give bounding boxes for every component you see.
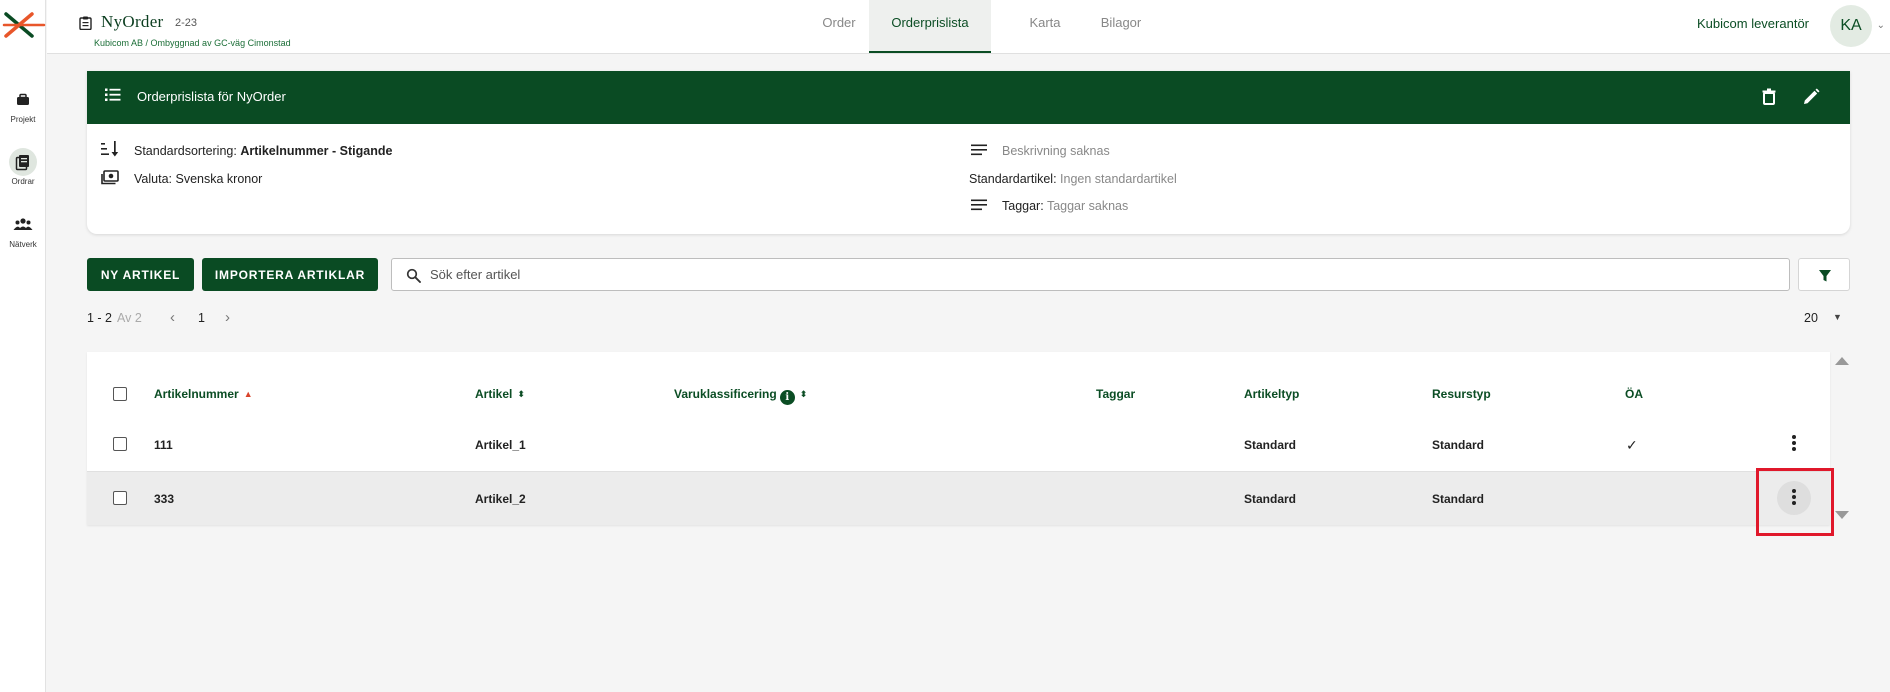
pagination-range: 1 - 2 [87,311,113,325]
cell-artikeltyp: Standard [1244,492,1297,506]
new-article-button[interactable]: NY ARTIKEL [87,258,194,291]
column-header-resurstyp: Resurstyp [1432,387,1491,401]
articles-table: Artikelnummer ▲ Artikel ⬍ Varuklassificeri… [87,352,1830,525]
user-name[interactable]: Kubicom leverantör [1697,16,1809,31]
rail-item-projekt[interactable]: Projekt [0,86,46,124]
column-header-artikel[interactable]: Artikel ⬍ [475,387,525,401]
rail-item-natverk[interactable]: Nätverk [0,211,46,249]
pricelist-info-card: Orderprislista för NyOrder Standardsorte… [87,71,1850,234]
cell-artikel: Artikel_1 [475,438,526,452]
column-header-taggar: Taggar [1096,387,1136,401]
default-sort: Standardsortering: Artikelnummer - Stiga… [134,144,393,158]
currency-icon [101,170,119,185]
tab-karta[interactable]: Karta [1007,0,1083,53]
sort-asc-icon: ▲ [243,389,253,399]
description-icon [971,144,987,156]
list-icon [105,88,121,101]
currency-value: Svenska kronor [175,172,263,186]
cell-resurstyp: Standard [1432,438,1485,452]
filter-button[interactable] [1798,258,1850,291]
app-logo[interactable] [0,12,46,38]
column-header-oa: ÖA [1625,387,1643,401]
cell-resurstyp: Standard [1432,492,1485,506]
description: Beskrivning saknas [1002,144,1110,158]
standard-article-value: Ingen standardartikel [1060,172,1177,186]
page-title: NyOrder [101,12,164,31]
table-row[interactable]: 333 Artikel_2 Standard Standard [87,472,1830,525]
sort-icon: ⬍ [517,389,525,399]
rail-item-label: Nätverk [9,240,37,249]
per-page-select[interactable]: 20 [1804,311,1818,325]
sort-icon: ⬍ [799,389,808,399]
column-header-varuklassificering[interactable]: Varuklassificering i ⬍ [674,387,807,405]
avatar[interactable]: KA [1830,5,1872,47]
side-rail: Projekt Ordrar Nätverk [0,0,46,692]
caret-down-icon[interactable]: ▼ [1833,312,1842,322]
chevron-down-icon[interactable]: ⌄ [1877,20,1885,31]
order-number: 2-23 [175,17,198,29]
trash-icon[interactable] [1757,85,1781,109]
sort-icon [101,141,119,157]
cell-artikelnummer: 333 [154,492,175,506]
tab-order[interactable]: Order [803,0,875,53]
rail-item-label: Ordrar [11,177,35,186]
top-bar: NyOrder 2-23 Kubicom AB / Ombyggnad av G… [47,0,1890,54]
row-menu-button[interactable] [1777,427,1811,461]
row-checkbox[interactable] [113,491,127,505]
tags: Taggar: Taggar saknas [1002,199,1129,213]
annotation-highlight-box [1756,468,1834,536]
scroll-up-arrow[interactable] [1835,357,1849,365]
scroll-down-arrow[interactable] [1835,511,1849,519]
column-header-artikelnummer[interactable]: Artikelnummer ▲ [154,387,253,401]
check-icon: ✓ [1626,437,1638,453]
standard-article: Standardartikel: Ingen standardartikel [969,172,1177,186]
article-search[interactable] [391,258,1790,291]
default-sort-value: Artikelnummer - Stigande [240,144,393,158]
pricelist-header: Orderprislista för NyOrder [87,71,1850,124]
currency: Valuta: Svenska kronor [134,172,263,186]
pricelist-title: Orderprislista för NyOrder [137,89,286,104]
chevron-right-icon[interactable]: › [225,309,230,326]
tab-bilagor[interactable]: Bilagor [1081,0,1161,53]
pagination-current-page[interactable]: 1 [198,311,205,325]
tags-value: Taggar saknas [1046,199,1129,213]
search-input[interactable] [430,259,1770,290]
search-icon [406,268,421,283]
rail-item-label: Projekt [10,115,36,124]
cell-artikeltyp: Standard [1244,438,1297,452]
table-row[interactable]: 111 Artikel_1 Standard Standard ✓ [87,418,1830,471]
tab-orderprislista[interactable]: Orderprislista [869,0,991,53]
orders-icon [9,148,37,176]
row-checkbox[interactable] [113,437,127,451]
chevron-left-icon[interactable]: ‹ [170,309,175,326]
briefcase-icon [9,86,37,114]
info-icon[interactable]: i [779,390,795,405]
filter-icon [1819,270,1831,282]
cell-artikel: Artikel_2 [475,492,526,506]
tags-icon [971,199,987,211]
breadcrumb[interactable]: Kubicom AB / Ombyggnad av GC-väg Cimonst… [94,38,291,48]
rail-item-ordrar[interactable]: Ordrar [0,148,46,186]
import-articles-button[interactable]: IMPORTERA ARTIKLAR [202,258,378,291]
edit-icon[interactable] [1799,85,1823,109]
clipboard-icon [79,16,92,30]
network-icon [9,211,37,239]
pagination-total: Av 2 [117,311,142,325]
cell-artikelnummer: 111 [154,438,173,452]
column-header-artikeltyp: Artikeltyp [1244,387,1300,401]
select-all-checkbox[interactable] [113,387,127,401]
